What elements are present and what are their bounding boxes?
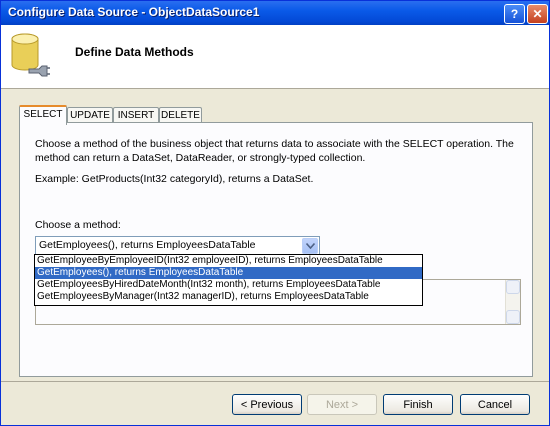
previous-button[interactable]: < Previous <box>232 394 302 415</box>
scroll-up-icon[interactable] <box>506 280 520 294</box>
choose-method-label: Choose a method: <box>35 219 121 231</box>
footer-divider <box>1 381 549 382</box>
dropdown-option[interactable]: GetEmployeesByHiredDateMonth(Int32 month… <box>35 279 422 291</box>
help-button[interactable]: ? <box>504 4 525 24</box>
scroll-down-icon[interactable] <box>506 310 520 324</box>
title-bar[interactable]: Configure Data Source - ObjectDataSource… <box>1 1 549 25</box>
tab-select[interactable]: SELECT <box>19 105 67 125</box>
database-icon <box>11 33 50 77</box>
method-combobox-value: GetEmployees(), returns EmployeesDataTab… <box>39 239 256 251</box>
signature-scrollbar[interactable] <box>505 280 520 324</box>
close-button[interactable]: ✕ <box>527 4 548 24</box>
tab-update[interactable]: UPDATE <box>67 107 113 123</box>
tab-insert[interactable]: INSERT <box>113 107 159 123</box>
dropdown-option[interactable]: GetEmployeeByEmployeeID(Int32 employeeID… <box>35 255 422 267</box>
wizard-header: Define Data Methods <box>1 25 549 89</box>
window-title: Configure Data Source - ObjectDataSource… <box>8 5 260 19</box>
tab-panel: Choose a method of the business object t… <box>19 122 533 377</box>
chevron-down-icon[interactable] <box>302 238 318 254</box>
example-text: Example: GetProducts(Int32 categoryId), … <box>35 173 314 185</box>
cancel-button[interactable]: Cancel <box>460 394 530 415</box>
finish-button[interactable]: Finish <box>383 394 453 415</box>
dropdown-option[interactable]: GetEmployeesByManager(Int32 managerID), … <box>35 291 422 303</box>
page-heading: Define Data Methods <box>75 45 194 59</box>
method-combobox[interactable]: GetEmployees(), returns EmployeesDataTab… <box>35 236 320 256</box>
dialog-window: Configure Data Source - ObjectDataSource… <box>0 0 550 426</box>
method-dropdown-list[interactable]: GetEmployeeByEmployeeID(Int32 employeeID… <box>34 254 423 306</box>
next-button[interactable]: Next > <box>307 394 377 415</box>
dropdown-option-selected[interactable]: GetEmployees(), returns EmployeesDataTab… <box>35 267 422 279</box>
tab-delete[interactable]: DELETE <box>159 107 202 123</box>
method-description: Choose a method of the business object t… <box>35 138 514 164</box>
